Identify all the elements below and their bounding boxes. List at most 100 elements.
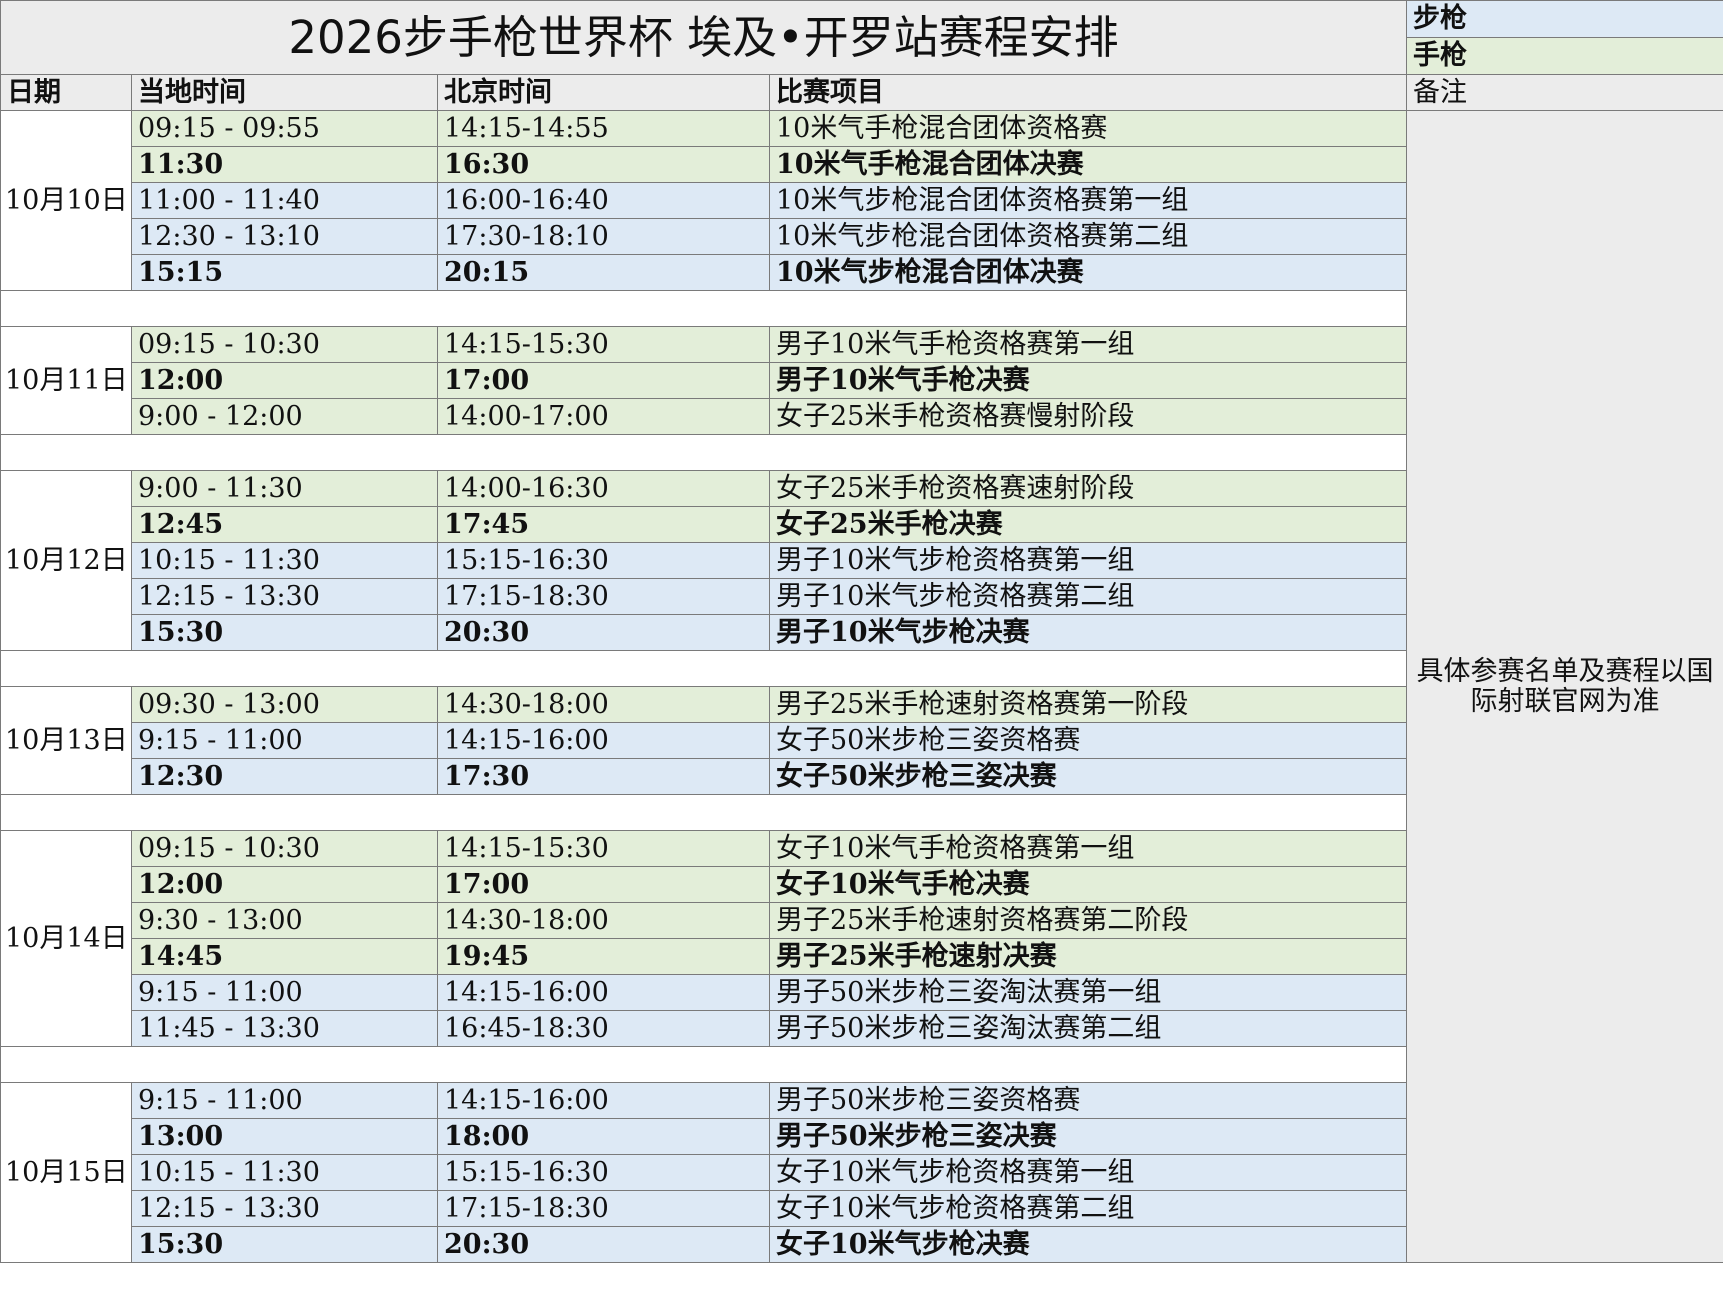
beijing-time-cell: 14:00-16:30 (437, 470, 770, 507)
header-beijing-time: 北京时间 (437, 74, 770, 111)
beijing-time-cell: 14:15-15:30 (437, 326, 770, 363)
schedule-sheet: 2026步手枪世界杯 埃及•开罗站赛程安排 步枪 手枪 日期 当地时间 北京时间… (0, 0, 1723, 1263)
beijing-time-cell: 20:15 (437, 254, 770, 291)
separator-cell (0, 290, 1407, 327)
event-cell: 男子25米手枪速射决赛 (769, 938, 1407, 975)
beijing-time-cell: 17:45 (437, 506, 770, 543)
beijing-time-cell: 20:30 (437, 1226, 770, 1263)
beijing-time-cell: 17:30-18:10 (437, 218, 770, 255)
event-cell: 男子25米手枪速射资格赛第二阶段 (769, 902, 1407, 939)
local-time-cell: 14:45 (131, 938, 438, 975)
beijing-time-cell: 14:15-16:00 (437, 722, 770, 759)
local-time-cell: 9:00 - 11:30 (131, 470, 438, 507)
date-cell: 10月15日 (0, 1082, 132, 1263)
beijing-time-cell: 17:30 (437, 758, 770, 795)
event-cell: 女子10米气步枪资格赛第二组 (769, 1190, 1407, 1227)
beijing-time-cell: 17:00 (437, 362, 770, 399)
event-cell: 男子10米气手枪决赛 (769, 362, 1407, 399)
beijing-time-cell: 15:15-16:30 (437, 1154, 770, 1191)
beijing-time-cell: 17:00 (437, 866, 770, 903)
local-time-cell: 11:30 (131, 146, 438, 183)
event-cell: 10米气步枪混合团体资格赛第一组 (769, 182, 1407, 219)
event-cell: 女子10米气手枪决赛 (769, 866, 1407, 903)
local-time-cell: 15:30 (131, 614, 438, 651)
event-cell: 女子50米步枪三姿资格赛 (769, 722, 1407, 759)
header-local-time: 当地时间 (131, 74, 438, 111)
page-title: 2026步手枪世界杯 埃及•开罗站赛程安排 (0, 0, 1407, 75)
date-cell: 10月13日 (0, 686, 132, 795)
header-row: 日期 当地时间 北京时间 比赛项目 备注 (0, 74, 1723, 111)
event-cell: 男子25米手枪速射资格赛第一阶段 (769, 686, 1407, 723)
local-time-cell: 12:15 - 13:30 (131, 578, 438, 615)
event-cell: 女子10米气步枪决赛 (769, 1226, 1407, 1263)
beijing-time-cell: 14:15-15:30 (437, 830, 770, 867)
beijing-time-cell: 14:30-18:00 (437, 686, 770, 723)
local-time-cell: 12:30 - 13:10 (131, 218, 438, 255)
beijing-time-cell: 17:15-18:30 (437, 578, 770, 615)
local-time-cell: 09:30 - 13:00 (131, 686, 438, 723)
beijing-time-cell: 16:00-16:40 (437, 182, 770, 219)
event-cell: 男子10米气手枪资格赛第一组 (769, 326, 1407, 363)
event-cell: 女子25米手枪决赛 (769, 506, 1407, 543)
remark-note: 具体参赛名单及赛程以国际射联官网为准 (1406, 110, 1723, 1263)
local-time-cell: 13:00 (131, 1118, 438, 1155)
header-date: 日期 (0, 74, 132, 111)
local-time-cell: 09:15 - 10:30 (131, 830, 438, 867)
local-time-cell: 12:00 (131, 362, 438, 399)
table-row: 10月10日 09:15 - 09:55 14:15-14:55 10米气手枪混合团体… (0, 110, 1723, 1263)
beijing-time-cell: 14:15-16:00 (437, 974, 770, 1011)
legend-rifle: 步枪 (1406, 0, 1723, 38)
local-time-cell: 09:15 - 09:55 (131, 110, 438, 147)
local-time-cell: 15:30 (131, 1226, 438, 1263)
local-time-cell: 9:15 - 11:00 (131, 974, 438, 1011)
beijing-time-cell: 20:30 (437, 614, 770, 651)
event-cell: 10米气手枪混合团体资格赛 (769, 110, 1407, 147)
event-cell: 男子50米步枪三姿资格赛 (769, 1082, 1407, 1119)
separator-cell (0, 794, 1407, 831)
local-time-cell: 9:15 - 11:00 (131, 1082, 438, 1119)
beijing-time-cell: 18:00 (437, 1118, 770, 1155)
beijing-time-cell: 19:45 (437, 938, 770, 975)
date-cell: 10月10日 (0, 110, 132, 291)
local-time-cell: 11:00 - 11:40 (131, 182, 438, 219)
event-cell: 女子25米手枪资格赛速射阶段 (769, 470, 1407, 507)
event-cell: 男子10米气步枪资格赛第二组 (769, 578, 1407, 615)
event-cell: 女子50米步枪三姿决赛 (769, 758, 1407, 795)
header-event: 比赛项目 (769, 74, 1407, 111)
event-cell: 女子10米气手枪资格赛第一组 (769, 830, 1407, 867)
local-time-cell: 10:15 - 11:30 (131, 1154, 438, 1191)
beijing-time-cell: 14:00-17:00 (437, 398, 770, 435)
event-cell: 男子50米步枪三姿决赛 (769, 1118, 1407, 1155)
local-time-cell: 10:15 - 11:30 (131, 542, 438, 579)
beijing-time-cell: 15:15-16:30 (437, 542, 770, 579)
beijing-time-cell: 14:15-14:55 (437, 110, 770, 147)
separator-cell (0, 1046, 1407, 1083)
event-cell: 男子10米气步枪资格赛第一组 (769, 542, 1407, 579)
date-cell: 10月14日 (0, 830, 132, 1047)
event-cell: 男子10米气步枪决赛 (769, 614, 1407, 651)
date-cell: 10月12日 (0, 470, 132, 651)
local-time-cell: 12:45 (131, 506, 438, 543)
local-time-cell: 11:45 - 13:30 (131, 1010, 438, 1047)
beijing-time-cell: 17:15-18:30 (437, 1190, 770, 1227)
beijing-time-cell: 14:15-16:00 (437, 1082, 770, 1119)
beijing-time-cell: 16:30 (437, 146, 770, 183)
beijing-time-cell: 14:30-18:00 (437, 902, 770, 939)
local-time-cell: 15:15 (131, 254, 438, 291)
header-remark: 备注 (1406, 74, 1723, 111)
beijing-time-cell: 16:45-18:30 (437, 1010, 770, 1047)
event-cell: 10米气手枪混合团体决赛 (769, 146, 1407, 183)
local-time-cell: 9:00 - 12:00 (131, 398, 438, 435)
event-cell: 男子50米步枪三姿淘汰赛第一组 (769, 974, 1407, 1011)
local-time-cell: 12:00 (131, 866, 438, 903)
event-cell: 10米气步枪混合团体决赛 (769, 254, 1407, 291)
separator-cell (0, 434, 1407, 471)
event-cell: 女子25米手枪资格赛慢射阶段 (769, 398, 1407, 435)
local-time-cell: 12:30 (131, 758, 438, 795)
local-time-cell: 9:15 - 11:00 (131, 722, 438, 759)
event-cell: 10米气步枪混合团体资格赛第二组 (769, 218, 1407, 255)
local-time-cell: 9:30 - 13:00 (131, 902, 438, 939)
separator-cell (0, 650, 1407, 687)
date-cell: 10月11日 (0, 326, 132, 435)
event-cell: 男子50米步枪三姿淘汰赛第二组 (769, 1010, 1407, 1047)
